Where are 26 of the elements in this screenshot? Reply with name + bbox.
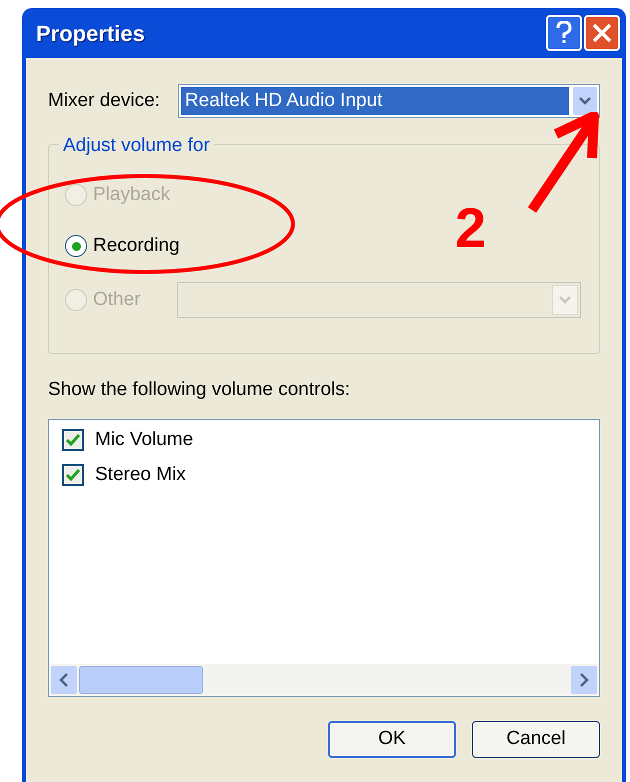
scroll-right-icon xyxy=(579,672,589,686)
window-title: Properties xyxy=(36,20,145,48)
checkbox[interactable] xyxy=(62,428,84,451)
radio-button[interactable] xyxy=(65,235,87,257)
scrollbar-thumb[interactable] xyxy=(79,666,203,694)
checkbox[interactable] xyxy=(62,464,84,486)
controls-label: Show the following volume controls: xyxy=(48,378,352,402)
dialog-button[interactable]: Cancel xyxy=(472,720,600,758)
horizontal-scrollbar[interactable] xyxy=(49,664,599,696)
field-label: Mixer device: xyxy=(48,88,160,113)
help-icon xyxy=(556,21,572,45)
radio-label: Recording xyxy=(93,234,180,258)
scroll-left-icon xyxy=(59,672,69,686)
close-icon xyxy=(591,22,613,44)
close-button[interactable] xyxy=(584,15,620,51)
dialog-button[interactable]: OK xyxy=(328,720,456,758)
checkmark-icon xyxy=(66,469,80,482)
list-item-label: Stereo Mix xyxy=(95,463,186,487)
radio-label: Playback xyxy=(93,182,170,207)
radio-label: Other xyxy=(93,288,141,312)
list-item-label: Mic Volume xyxy=(95,428,194,452)
mixer-device-dropdown[interactable]: Realtek HD Audio Input xyxy=(178,84,600,118)
annotation-label: 2 xyxy=(455,200,486,256)
help-button[interactable] xyxy=(546,15,582,51)
checkmark-icon xyxy=(66,434,80,446)
dropdown-value: Realtek HD Audio Input xyxy=(180,87,569,115)
